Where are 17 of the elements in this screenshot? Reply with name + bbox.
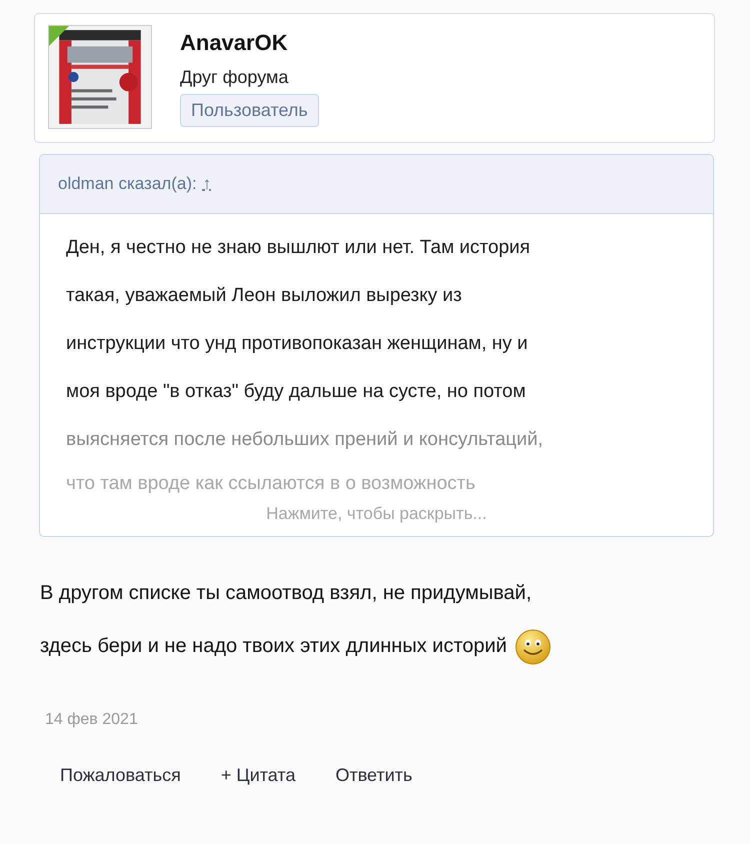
quote-text: что там вроде как ссылаются в о возможность: [66, 472, 476, 496]
quote-author[interactable]: oldman сказал(а):: [58, 174, 197, 194]
post-action[interactable]: Пожаловаться: [60, 765, 181, 786]
quote-text: моя вроде "в отказ" буду дальше на сусте, но потом: [66, 380, 527, 404]
quote-text: Ден, я честно не знаю вышлют или нет. Там история: [66, 236, 532, 260]
jump-link[interactable]: ↑: [202, 174, 212, 194]
post-action[interactable]: Ответить: [335, 765, 412, 786]
quote-text: такая, уважаемый Леон выложил вырезку из: [66, 284, 463, 308]
message-text: В другом списке ты самоотвод взял, не придумывай,: [40, 581, 532, 606]
user-title: Друг форума: [180, 66, 288, 89]
user-group-badge: Пользователь: [180, 94, 319, 127]
post-action[interactable]: + Цитата: [220, 765, 296, 786]
quote-text: инструкции что унд противопоказан женщинам, ну и: [66, 332, 529, 356]
username[interactable]: AnavarOK: [180, 28, 288, 58]
quote-text: выясняется после небольших прений и консультаций,: [66, 428, 544, 452]
message-text: здесь бери и не надо твоих этих длинных историй: [40, 634, 507, 659]
post-date: 14 фев 2021: [45, 711, 139, 729]
